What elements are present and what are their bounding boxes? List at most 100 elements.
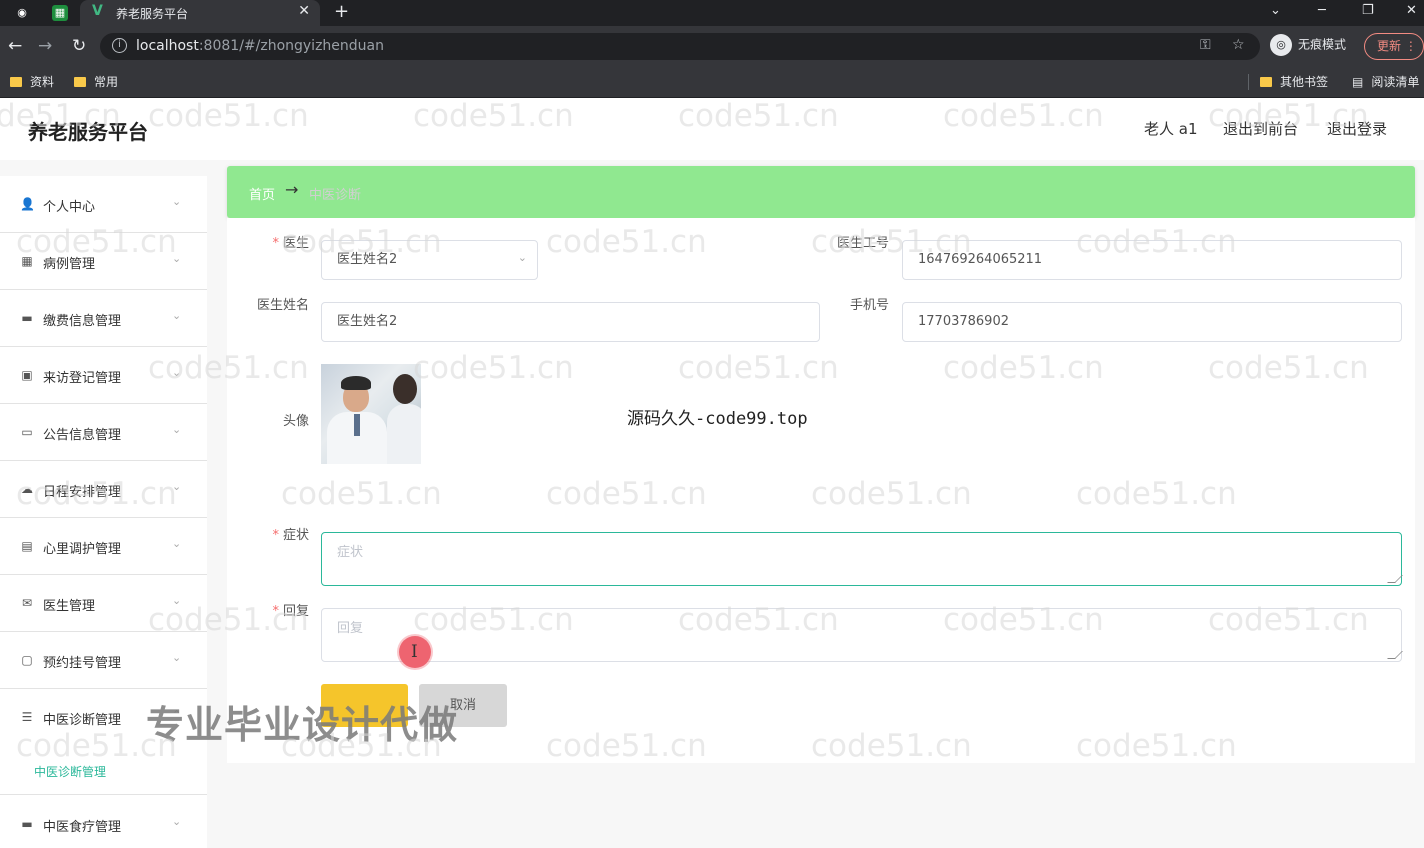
reply-textarea[interactable]: 回复 (321, 608, 1403, 662)
avatar-label: 头像 (282, 414, 309, 429)
minimize-icon[interactable]: ─ (1318, 3, 1326, 18)
new-tab-icon[interactable]: + (334, 1, 349, 22)
logout-link[interactable]: 退出登录 (1327, 118, 1387, 139)
user-icon: 👤 (20, 197, 35, 211)
reply-label: * 回复 (272, 604, 309, 619)
address-bar: ← → ↻ i localhost:8081/#/zhongyizhenduan… (0, 26, 1424, 66)
sidebar-item-label: 个人中心 (43, 200, 96, 215)
other-bookmarks[interactable]: 其他书签 (1260, 73, 1328, 90)
sheets-icon[interactable]: ▦ (52, 5, 68, 21)
doctor-select[interactable]: 医生姓名2 ⌄ (321, 240, 538, 280)
doctor-name-field[interactable]: 医生姓名2 (321, 302, 820, 342)
list-icon: ☰ (21, 710, 33, 724)
doctor-no-label: 医生工号 (836, 236, 889, 251)
globe-icon[interactable]: ◉ (14, 5, 30, 21)
reload-icon[interactable]: ↻ (72, 36, 86, 56)
monitor-icon: ▬ (21, 311, 33, 325)
chart-icon: ▣ (21, 368, 33, 382)
symptom-textarea[interactable]: 症状 (321, 532, 1403, 586)
chevron-down-icon[interactable]: ⌄ (1270, 3, 1281, 18)
chevron-down-icon: ⌄ (172, 366, 182, 379)
doctor-avatar-image (321, 364, 421, 464)
sidebar-item-label: 日程安排管理 (43, 485, 122, 500)
source-overlay-text: 源码久久-code99.top (627, 409, 808, 429)
chevron-down-icon: ⌄ (517, 251, 527, 264)
info-icon[interactable]: i (112, 38, 127, 53)
sidebar-item-label: 缴费信息管理 (43, 314, 122, 329)
sidebar-item-label: 心里调护管理 (43, 542, 122, 557)
chevron-down-icon: ⌄ (172, 252, 182, 265)
briefcase-icon: ▭ (21, 425, 33, 439)
breadcrumb-current: 中医诊断 (309, 188, 362, 203)
reading-list[interactable]: ▤ 阅读清单 (1352, 73, 1419, 90)
sidebar-item-doctors[interactable]: ✉ 医生管理 ⌄ (0, 575, 207, 632)
sidebar-item-personal-center[interactable]: 👤 个人中心 ⌄ (0, 176, 207, 233)
monitor-icon: ▬ (21, 817, 33, 831)
sidebar-item-visitor[interactable]: ▣ 来访登记管理 ⌄ (0, 347, 207, 404)
key-icon[interactable]: ⚿ (1200, 37, 1211, 53)
bookmarks-bar: 资料 常用 其他书签 ▤ 阅读清单 (0, 66, 1424, 98)
phone-field[interactable]: 17703786902 (902, 302, 1402, 342)
resize-handle[interactable] (1387, 575, 1403, 583)
chevron-down-icon: ⌄ (172, 423, 182, 436)
sidebar-item-label: 医生管理 (43, 599, 96, 614)
resize-handle[interactable] (1387, 651, 1403, 659)
vue-icon: V (92, 3, 103, 19)
chevron-down-icon: ⌄ (172, 815, 182, 828)
diagnosis-form: * 医生 医生姓名2 ⌄ 医生工号 164769264065211 医生姓名 医生… (227, 218, 1415, 763)
chevron-down-icon: ⌄ (172, 309, 182, 322)
sidebar-item-psych-care[interactable]: ▤ 心里调护管理 ⌄ (0, 518, 207, 575)
sidebar-item-label: 公告信息管理 (43, 428, 122, 443)
update-button[interactable]: 更新 ⋮ (1364, 33, 1424, 60)
breadcrumb-home[interactable]: 首页 (249, 184, 275, 203)
sidebar-subitem-tcm-diagnosis[interactable]: 中医诊断管理 (34, 763, 106, 780)
chevron-down-icon: ⌄ (172, 195, 182, 208)
incognito-indicator[interactable]: ◎ 无痕模式 (1270, 34, 1346, 56)
window-close-icon[interactable]: ✕ (1406, 3, 1417, 18)
doctor-no-field[interactable]: 164769264065211 (902, 240, 1402, 280)
chevron-down-icon: ⌄ (172, 480, 182, 493)
folder-icon (1260, 77, 1272, 87)
grid-icon: ▦ (21, 254, 33, 268)
browser-tab[interactable]: V 养老服务平台 ✕ (80, 0, 320, 26)
bookmark-folder[interactable]: 常用 (74, 73, 118, 90)
back-icon[interactable]: ← (8, 36, 22, 56)
incognito-icon: ◎ (1270, 34, 1292, 56)
sidebar-item-label: 病例管理 (43, 257, 96, 272)
sidebar-item-cases[interactable]: ▦ 病例管理 ⌄ (0, 233, 207, 290)
sidebar-item-appointment[interactable]: ▢ 预约挂号管理 ⌄ (0, 632, 207, 689)
star-icon[interactable]: ☆ (1232, 37, 1245, 53)
chat-icon: ▢ (21, 653, 33, 667)
forward-icon[interactable]: → (38, 36, 52, 56)
sidebar-item-label: 来访登记管理 (43, 371, 122, 386)
close-icon[interactable]: ✕ (298, 3, 310, 19)
folder-icon (10, 77, 22, 87)
symptom-label: * 症状 (272, 528, 309, 543)
reading-list-icon: ▤ (1352, 75, 1364, 89)
arrow-right-icon: → (285, 180, 299, 199)
bookmark-folder[interactable]: 资料 (10, 73, 54, 90)
sidebar-item-notice[interactable]: ▭ 公告信息管理 ⌄ (0, 404, 207, 461)
bookmark-separator (1248, 74, 1249, 90)
chevron-down-icon: ⌄ (172, 651, 182, 664)
phone-label: 手机号 (849, 298, 889, 313)
text-cursor-icon: I (411, 642, 418, 662)
brand-title: 养老服务平台 (28, 120, 148, 144)
sidebar-item-label: 中医食疗管理 (43, 820, 122, 835)
promo-overlay-text: 专业毕业设计代做 (146, 703, 459, 747)
sidebar-item-label: 预约挂号管理 (43, 656, 122, 671)
sidebar-item-schedule[interactable]: ☁ 日程安排管理 ⌄ (0, 461, 207, 518)
restore-icon[interactable]: ❐ (1362, 3, 1374, 18)
doctor-label: * 医生 (272, 236, 309, 251)
sidebar-item-payment[interactable]: ▬ 缴费信息管理 ⌄ (0, 290, 207, 347)
mail-icon: ✉ (21, 596, 33, 610)
url-text: localhost:8081/#/zhongyizhenduan (136, 38, 384, 54)
to-front-link[interactable]: 退出到前台 (1223, 118, 1298, 139)
folder-icon (74, 77, 86, 87)
url-input[interactable]: i localhost:8081/#/zhongyizhenduan ⚿ ☆ (100, 33, 1260, 60)
chevron-down-icon: ⌄ (172, 594, 182, 607)
sidebar-item-label: 中医诊断管理 (43, 713, 122, 728)
sidebar-item-tcm-diet[interactable]: ▬ 中医食疗管理 ⌄ (0, 796, 207, 848)
clipboard-icon: ▤ (21, 539, 33, 553)
cloud-icon: ☁ (21, 482, 33, 496)
